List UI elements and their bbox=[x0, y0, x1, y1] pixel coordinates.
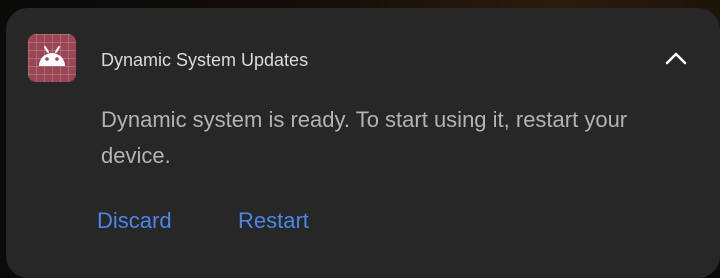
android-robot-glyph bbox=[39, 46, 65, 66]
app-name: Dynamic System Updates bbox=[101, 50, 309, 70]
notification-card[interactable]: Dynamic System Updates Dynamic system is… bbox=[6, 8, 720, 278]
restart-button[interactable]: Restart bbox=[238, 206, 309, 236]
discard-button[interactable]: Discard bbox=[97, 206, 172, 236]
android-robot-icon bbox=[28, 34, 76, 82]
notification-message: Dynamic system is ready. To start using … bbox=[101, 107, 628, 168]
chevron-up-icon bbox=[665, 52, 687, 65]
collapse-button[interactable] bbox=[656, 42, 696, 74]
